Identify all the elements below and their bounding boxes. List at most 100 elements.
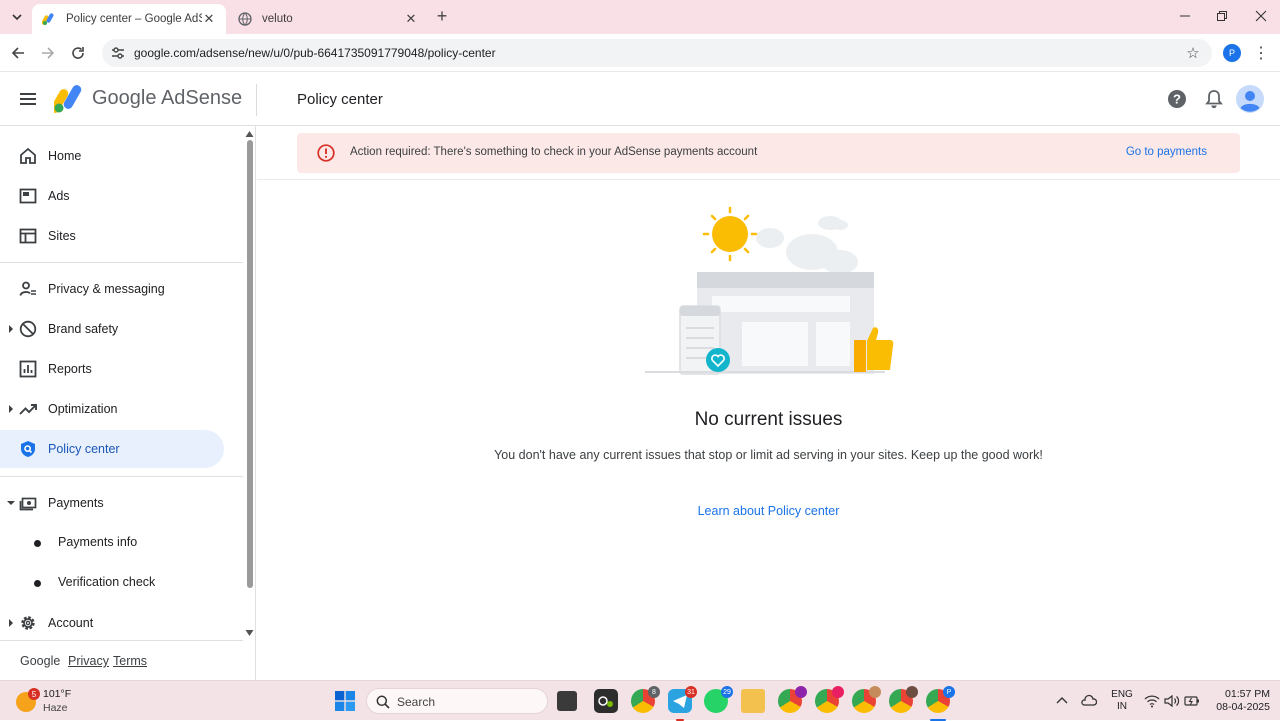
- chrome-icon[interactable]: 8: [631, 686, 660, 713]
- account-avatar[interactable]: [1236, 85, 1264, 113]
- expand-caret-icon[interactable]: [8, 405, 14, 413]
- sidebar-item-ads[interactable]: Ads: [0, 177, 224, 215]
- notifications-bell-icon[interactable]: [1204, 89, 1224, 109]
- sidebar-subitem-payments-info[interactable]: Payments info: [0, 525, 224, 561]
- language-region: IN: [1117, 701, 1127, 712]
- chrome-profile-icon[interactable]: [852, 686, 881, 713]
- no-issues-illustration: [645, 206, 894, 375]
- footer-terms-link[interactable]: Terms: [113, 654, 147, 668]
- help-icon[interactable]: ?: [1167, 89, 1187, 109]
- payments-icon: [19, 497, 37, 511]
- profile-badge: [832, 686, 844, 698]
- sidebar-item-label: Reports: [48, 362, 92, 376]
- battery-icon[interactable]: [1184, 694, 1200, 708]
- sidebar-item-account[interactable]: Account: [0, 604, 224, 642]
- chrome-profile-icon[interactable]: [778, 686, 807, 713]
- sidebar-item-label: Payments info: [58, 535, 138, 549]
- system-clock[interactable]: 01:57 PM 08-04-2025: [1206, 688, 1270, 714]
- profile-avatar[interactable]: P: [1223, 44, 1241, 62]
- volume-icon[interactable]: [1164, 694, 1180, 708]
- reload-icon[interactable]: [68, 43, 88, 63]
- windows-start-icon[interactable]: [335, 691, 355, 711]
- chrome-profile-icon[interactable]: [889, 686, 918, 713]
- sidebar-item-reports[interactable]: Reports: [0, 350, 224, 388]
- back-arrow-icon[interactable]: [8, 43, 28, 63]
- chrome-profile-icon[interactable]: [815, 686, 844, 713]
- profile-badge: [795, 686, 807, 698]
- brand-name: Google AdSense: [92, 87, 243, 109]
- adsense-logo-icon: [54, 85, 82, 113]
- sidebar-item-label: Verification check: [58, 575, 156, 589]
- onedrive-icon[interactable]: [1081, 693, 1097, 709]
- search-icon: [376, 695, 390, 709]
- chrome-active-icon[interactable]: P: [926, 686, 955, 713]
- profile-badge: P: [943, 686, 955, 698]
- file-explorer-icon[interactable]: [741, 689, 765, 713]
- sidebar-item-label: Sites: [48, 229, 76, 243]
- sidebar-scrollbar-thumb[interactable]: [247, 140, 253, 588]
- tray-overflow-chevron-icon[interactable]: [1056, 695, 1068, 707]
- empty-state-description: You don't have any current issues that s…: [494, 448, 1043, 462]
- minimize-icon[interactable]: [1173, 6, 1197, 26]
- reports-icon: [19, 360, 37, 378]
- tab-title: Policy center – Google AdSense: [66, 13, 202, 25]
- weather-condition: Haze: [43, 702, 68, 714]
- url-bar[interactable]: google.com/adsense/new/u/0/pub-664173509…: [102, 39, 1212, 67]
- site-settings-icon[interactable]: [110, 45, 126, 61]
- sidebar-item-privacy-messaging[interactable]: Privacy & messaging: [0, 270, 224, 308]
- sidebar-item-label: Optimization: [48, 402, 118, 416]
- scroll-down-arrow-icon[interactable]: [245, 629, 254, 637]
- sidebar-divider: [0, 476, 243, 477]
- sidebar-item-label: Policy center: [48, 442, 120, 456]
- browser-tab-veluto[interactable]: veluto ✕: [228, 4, 428, 34]
- windows-taskbar: 5 101°F Haze Search 8 31 29 P ENG IN 01:…: [0, 680, 1280, 721]
- sidebar-item-brand-safety[interactable]: Brand safety: [0, 310, 224, 348]
- sidebar-item-sites[interactable]: Sites: [0, 217, 224, 255]
- browser-tab-policy-center[interactable]: Policy center – Google AdSense ✕: [32, 4, 226, 34]
- sidebar-item-home[interactable]: Home: [0, 137, 224, 175]
- tab-search-chevron-icon[interactable]: [6, 6, 28, 28]
- close-window-icon[interactable]: [1249, 6, 1273, 26]
- learn-about-policy-center-link[interactable]: Learn about Policy center: [620, 504, 917, 518]
- go-to-payments-link[interactable]: Go to payments: [1126, 146, 1207, 158]
- sidebar-item-policy-center[interactable]: Policy center: [0, 430, 224, 468]
- whatsapp-icon[interactable]: 29: [704, 686, 733, 713]
- sidebar-divider: [0, 262, 243, 263]
- home-icon: [20, 147, 36, 164]
- wifi-icon[interactable]: [1144, 694, 1160, 708]
- close-tab-icon[interactable]: ✕: [404, 11, 418, 27]
- close-tab-icon[interactable]: ✕: [202, 11, 216, 27]
- taskbar-search-box[interactable]: Search: [366, 688, 548, 714]
- scroll-up-arrow-icon[interactable]: [245, 130, 254, 138]
- expand-caret-icon[interactable]: [8, 325, 14, 333]
- url-text: google.com/adsense/new/u/0/pub-664173509…: [134, 46, 496, 60]
- sidebar-subitem-verification-check[interactable]: Verification check: [0, 565, 224, 601]
- globe-icon: [238, 12, 252, 26]
- adsense-favicon-icon: [42, 13, 54, 25]
- task-view-icon[interactable]: [557, 691, 577, 711]
- expand-caret-icon[interactable]: [8, 619, 14, 627]
- gpu-app-icon[interactable]: [594, 689, 618, 713]
- sidebar-item-optimization[interactable]: Optimization: [0, 390, 224, 428]
- profile-badge: [869, 686, 881, 698]
- telegram-icon[interactable]: 31: [668, 686, 697, 713]
- weather-widget[interactable]: 5 101°F Haze: [16, 687, 96, 715]
- language-indicator[interactable]: ENG IN: [1110, 689, 1134, 715]
- weather-badge: 5: [28, 688, 40, 700]
- privacy-icon: [19, 281, 36, 296]
- new-tab-icon[interactable]: +: [432, 6, 452, 26]
- sidebar-item-payments[interactable]: Payments: [0, 484, 224, 522]
- language-code: ENG: [1111, 689, 1133, 700]
- footer-privacy-link[interactable]: Privacy: [68, 654, 109, 668]
- sidebar-item-label: Ads: [48, 189, 70, 203]
- footer-google-text: Google: [20, 654, 61, 668]
- header-divider: [256, 84, 257, 116]
- collapse-caret-icon[interactable]: [7, 500, 15, 506]
- browser-menu-icon[interactable]: ⋮: [1253, 43, 1269, 63]
- sidebar-nav: Home Ads Sites Privacy & messaging Brand…: [0, 126, 256, 680]
- restore-icon[interactable]: [1210, 6, 1234, 26]
- forward-arrow-icon[interactable]: [38, 43, 58, 63]
- bookmark-star-icon[interactable]: ☆: [1182, 44, 1204, 62]
- hamburger-menu-icon[interactable]: [18, 89, 38, 109]
- page-title: Policy center: [297, 91, 383, 108]
